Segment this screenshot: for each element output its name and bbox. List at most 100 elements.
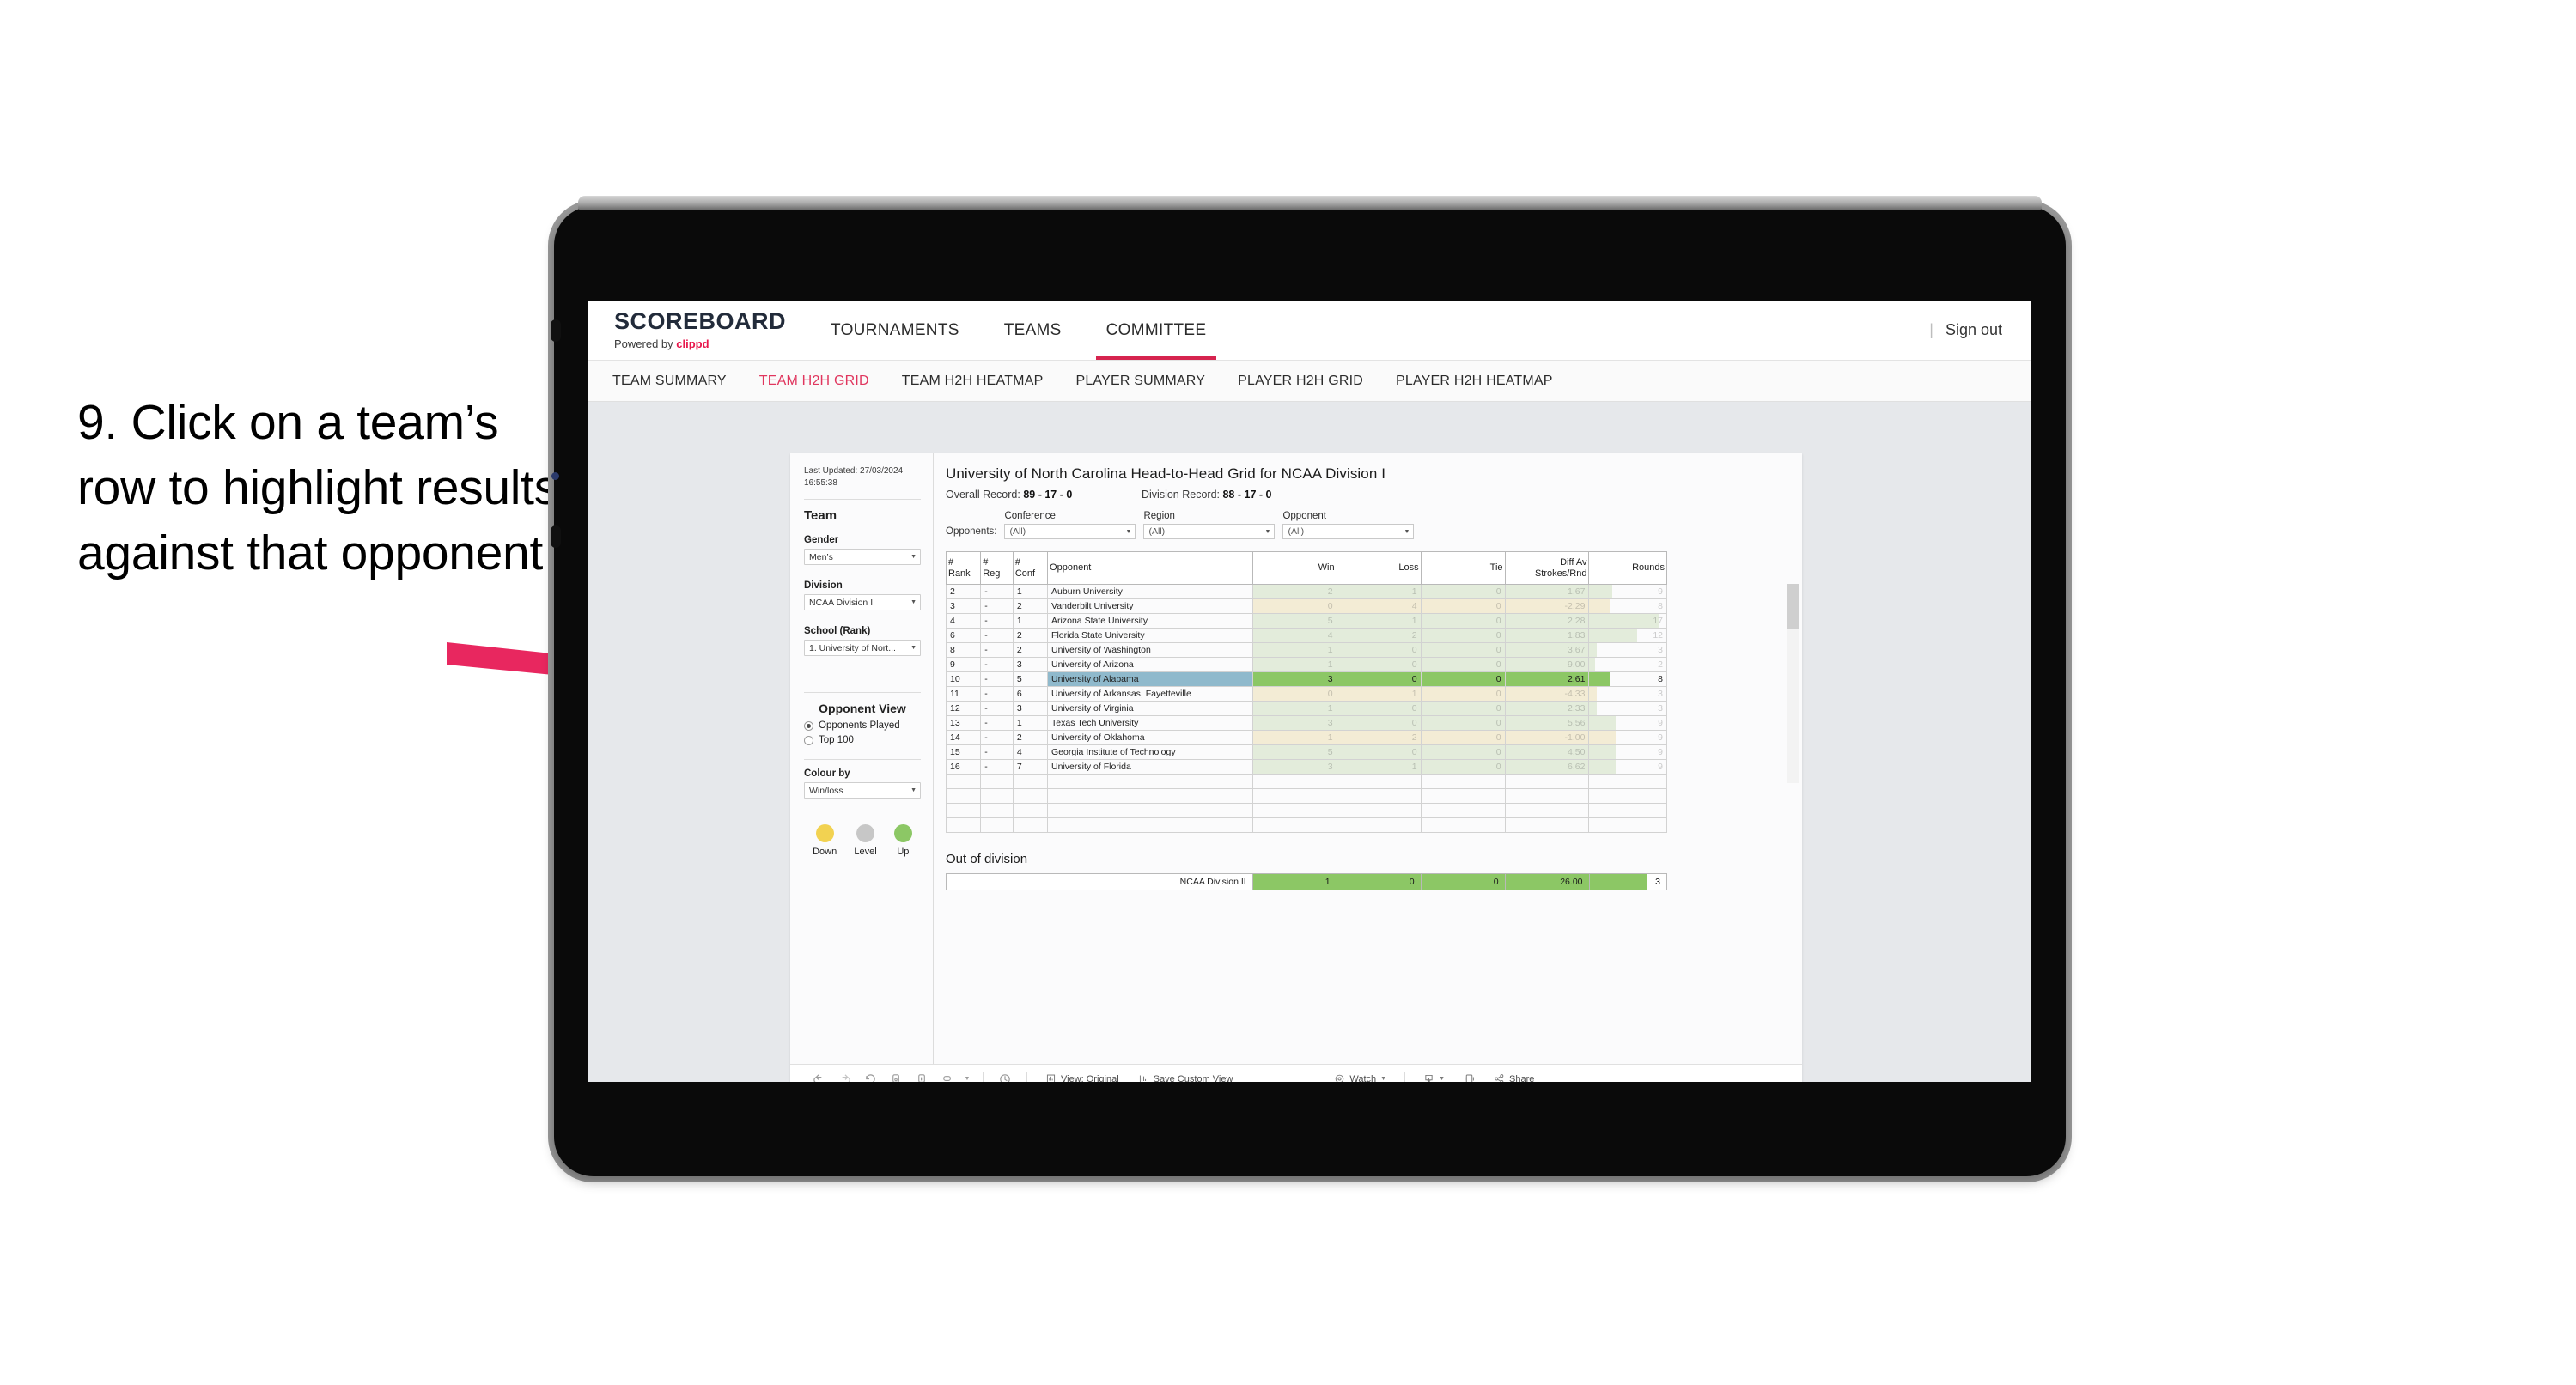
col-conf[interactable]: # Conf	[1012, 551, 1049, 585]
table-row[interactable]: 2-1 Auburn University 2 1 0 1.67 9	[945, 584, 1667, 599]
rounds-value: 9	[1658, 747, 1663, 757]
rounds-value: 9	[1658, 586, 1663, 597]
school-rank-select[interactable]: 1. University of Nort... ▼	[804, 640, 921, 656]
sign-out-link[interactable]: Sign out	[1946, 321, 2002, 339]
empty-cell	[1012, 817, 1049, 833]
undo-icon[interactable]	[806, 1072, 831, 1082]
col-opponent[interactable]: Opponent	[1047, 551, 1253, 585]
ood-diff-cell: 26.00	[1504, 873, 1590, 890]
cell-reg: -	[980, 671, 1014, 687]
revert-icon[interactable]	[857, 1072, 883, 1082]
table-row[interactable]: 16-7 University of Florida 3 1 0 6.62 9	[945, 759, 1667, 775]
share-button[interactable]: Share	[1484, 1073, 1544, 1082]
save-custom-view-button[interactable]: Save Custom View	[1129, 1073, 1243, 1082]
presentation-icon[interactable]	[935, 1072, 960, 1082]
save-custom-view-label: Save Custom View	[1153, 1073, 1233, 1083]
empty-cell	[1420, 817, 1506, 833]
radio-label-top-100: Top 100	[819, 735, 854, 745]
tableau-toolbar: ▼ View: Original Save Custom View Watch …	[790, 1064, 1802, 1082]
nav-item-committee[interactable]: COMMITTEE	[1084, 301, 1229, 360]
empty-cell	[1336, 803, 1422, 818]
chevron-down-icon: ▼	[910, 599, 917, 605]
filter-conference-select[interactable]: (All) ▼	[1004, 524, 1136, 539]
toolbar-divider-2	[1026, 1072, 1027, 1082]
table-row[interactable]: 3-2 Vanderbilt University 0 4 0 -2.29 8	[945, 598, 1667, 614]
cell-loss: 2	[1336, 628, 1422, 643]
col-reg[interactable]: # Reg	[980, 551, 1014, 585]
pause-icon[interactable]	[909, 1072, 935, 1082]
table-row[interactable]: 14-2 University of Oklahoma 1 2 0 -1.00 9	[945, 730, 1667, 745]
fullscreen-button[interactable]	[1454, 1073, 1484, 1082]
watch-button[interactable]: Watch ▼	[1325, 1073, 1396, 1082]
gender-select[interactable]: Men’s ▼	[804, 549, 921, 565]
table-row[interactable]: 15-4 Georgia Institute of Technology 5 0 0 4.…	[945, 744, 1667, 760]
cell-win: 2	[1251, 584, 1337, 599]
rounds-value: 9	[1658, 762, 1663, 772]
subnav-item-team-summary[interactable]: TEAM SUMMARY	[612, 374, 727, 389]
tablet-device-frame: SCOREBOARD Powered by clippd TOURNAMENTS…	[551, 196, 2066, 1176]
legend-dot-down	[815, 824, 834, 842]
table-row[interactable]: 4-1 Arizona State University 5 1 0 2.28 17	[945, 613, 1667, 629]
col-diff-l1: Diff Av	[1560, 556, 1587, 568]
download-button[interactable]: ▼	[1414, 1073, 1454, 1082]
ood-rounds-bar	[1589, 874, 1647, 890]
cell-reg: -	[980, 628, 1014, 643]
col-win[interactable]: Win	[1251, 551, 1337, 585]
subnav-item-player-h2h-heatmap[interactable]: PLAYER H2H HEATMAP	[1396, 374, 1553, 389]
table-scrollbar-thumb[interactable]	[1787, 584, 1799, 629]
cell-rank: 15	[945, 744, 982, 760]
table-row[interactable]: 6-2 Florida State University 4 2 0 1.83 12	[945, 628, 1667, 643]
cell-opponent: University of Florida	[1047, 759, 1253, 775]
subnav-item-team-h2h-heatmap[interactable]: TEAM H2H HEATMAP	[902, 374, 1044, 389]
cell-rounds: 9	[1588, 759, 1667, 775]
pause-auto-update-icon[interactable]	[992, 1072, 1018, 1082]
brand-logo[interactable]: SCOREBOARD Powered by clippd	[588, 301, 808, 360]
nav-item-tournaments[interactable]: TOURNAMENTS	[808, 301, 982, 360]
col-tie[interactable]: Tie	[1420, 551, 1506, 585]
cell-diff: 5.56	[1504, 715, 1590, 731]
school-rank-value: 1. University of Nort...	[809, 642, 896, 653]
division-record-value: 88 - 17 - 0	[1222, 489, 1272, 501]
col-rounds[interactable]: Rounds	[1588, 551, 1667, 585]
cell-opponent: University of Washington	[1047, 642, 1253, 658]
cell-reg: -	[980, 744, 1014, 760]
subnav-item-player-h2h-grid[interactable]: PLAYER H2H GRID	[1238, 374, 1363, 389]
cell-tie: 0	[1420, 657, 1506, 672]
subnav-item-team-h2h-grid[interactable]: TEAM H2H GRID	[759, 374, 869, 389]
filter-opponent-select[interactable]: (All) ▼	[1282, 524, 1415, 539]
cell-diff: 4.50	[1504, 744, 1590, 760]
filter-region-select[interactable]: (All) ▼	[1143, 524, 1276, 539]
subnav-item-player-summary[interactable]: PLAYER SUMMARY	[1075, 374, 1205, 389]
table-row[interactable]: 11-6 University of Arkansas, Fayetteville…	[945, 686, 1667, 702]
division-select[interactable]: NCAA Division I ▼	[804, 594, 921, 610]
chevron-down-icon[interactable]: ▼	[960, 1076, 974, 1082]
rounds-bar	[1589, 658, 1595, 671]
colour-by-value: Win/loss	[809, 785, 843, 796]
table-row[interactable]: 12-3 University of Virginia 1 0 0 2.33 3	[945, 701, 1667, 716]
table-row[interactable]: 10-5 University of Alabama 3 0 0 2.61 8	[945, 671, 1667, 687]
opponent-view-heading: Opponent View	[819, 702, 906, 715]
radio-opponents-played[interactable]: Opponents Played	[804, 720, 921, 731]
cell-loss: 0	[1336, 671, 1422, 687]
table-row[interactable]: 13-1 Texas Tech University 3 0 0 5.56 9	[945, 715, 1667, 731]
table-row[interactable]: 9-3 University of Arizona 1 0 0 9.00 2	[945, 657, 1667, 672]
col-rank[interactable]: # Rank	[945, 551, 982, 585]
out-of-division-row[interactable]: NCAA Division II 1 0 0 26.00 3	[946, 873, 1667, 890]
cell-win: 3	[1251, 671, 1337, 687]
col-diff-av-strokes[interactable]: Diff Av Strokes/Rnd	[1504, 551, 1590, 585]
refresh-icon[interactable]	[883, 1072, 909, 1082]
cell-tie: 0	[1420, 759, 1506, 775]
col-loss[interactable]: Loss	[1336, 551, 1422, 585]
table-row[interactable]: 8-2 University of Washington 1 0 0 3.67 3	[945, 642, 1667, 658]
cell-win: 5	[1251, 613, 1337, 629]
colour-by-select[interactable]: Win/loss ▼	[804, 782, 921, 799]
view-original-button[interactable]: View: Original	[1036, 1073, 1129, 1082]
radio-top-100[interactable]: Top 100	[804, 735, 921, 745]
cell-rounds: 12	[1588, 628, 1667, 643]
cell-reg: -	[980, 730, 1014, 745]
redo-icon[interactable]	[831, 1072, 857, 1082]
cell-diff: 1.83	[1504, 628, 1590, 643]
cell-reg: -	[980, 598, 1014, 614]
nav-item-teams[interactable]: TEAMS	[982, 301, 1084, 360]
filter-region-value: (All)	[1148, 526, 1166, 537]
